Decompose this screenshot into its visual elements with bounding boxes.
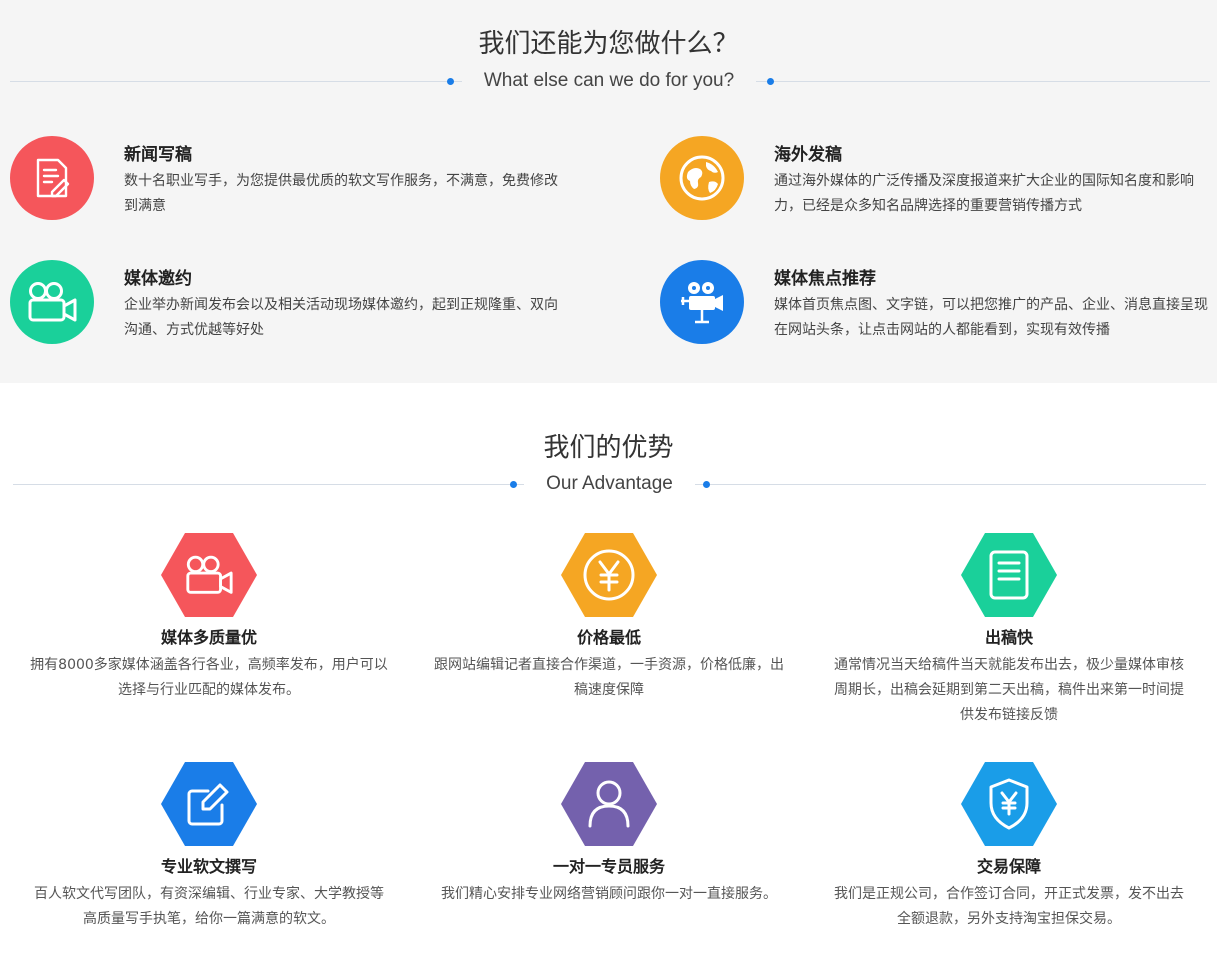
advantage-title-text: 价格最低 [576,628,641,647]
advantage-lowest-price: 价格最低 跟网站编辑记者直接合作渠道，一手资源，价格低廉，出稿速度保障 [409,533,809,713]
advantage-desc: 拥有8000多家媒体涵盖各行各业，高频率发布，用户可以选择与行业匹配的媒体发布。 [30,657,388,698]
service-media-invite[interactable]: 媒体邀约 企业举办新闻发布会以及相关活动现场媒体邀约，起到正规隆重、双向沟通、方… [10,260,570,350]
service-overseas[interactable]: 海外发稿 通过海外媒体的广泛传播及深度报道来扩大企业的国际知名度和影响力，已经是… [660,136,1217,226]
advantage-title: 我们的优势 [543,433,674,463]
advantage-title-text: 专业软文撰写 [160,857,257,876]
advantage-desc: 百人软文代写团队，有资深编辑、行业专家、大学教授等高质量写手执笔，给你一篇满意的… [34,886,384,927]
service-focus-recommend[interactable]: 媒体焦点推荐 媒体首页焦点图、文字链，可以把您推广的产品、企业、消息直接呈现在网… [660,260,1217,350]
advantage-desc: 通常情况当天给稿件当天就能发布出去，极少量媒体审核周期长，出稿会延期到第二天出稿… [834,657,1184,723]
divider-dot-left [447,78,454,85]
advantage-title-text: 媒体多质量优 [160,628,257,647]
yen-coin-icon [583,549,635,601]
advantage-one-on-one: 一对一专员服务 我们精心安排专业网络营销顾问跟你一对一直接服务。 [409,762,809,922]
advantage-hex [161,533,257,617]
projector-icon [681,282,723,324]
service-icon-circle [660,260,744,344]
video-camera-icon [28,282,77,322]
shield-yen-icon [989,778,1029,830]
advantage-title-text: 一对一专员服务 [552,857,665,876]
advantage-hex [561,533,657,617]
advantage-title-text: 出稿快 [984,628,1033,647]
advantage-hex [961,533,1057,617]
advantage-hex [561,762,657,846]
user-icon [588,780,630,828]
document-pen-icon [36,158,70,198]
advantage-desc: 我们精心安排专业网络营销顾问跟你一对一直接服务。 [441,886,777,902]
services-title: 我们还能为您做什么？ [478,29,739,59]
service-desc: 媒体首页焦点图、文字链，可以把您推广的产品、企业、消息直接呈现在网站头条，让点击… [774,297,1208,338]
service-title: 海外发稿 [774,145,842,165]
divider-dot-right [703,481,710,488]
globe-icon [679,155,725,201]
advantage-professional-writing: 专业软文撰写 百人软文代写团队，有资深编辑、行业专家、大学教授等高质量写手执笔，… [9,762,409,942]
service-title: 媒体焦点推荐 [774,269,876,289]
service-title: 媒体邀约 [124,269,192,289]
advantage-hex [161,762,257,846]
advantage-trade-guarantee: 交易保障 我们是正规公司，合作签订合同，开正式发票，发不出去全额退款，另外支持淘… [809,762,1209,942]
advantage-fast-publish: 出稿快 通常情况当天给稿件当天就能发布出去，极少量媒体审核周期长，出稿会延期到第… [809,533,1209,733]
service-news-writing[interactable]: 新闻写稿 数十名职业写手，为您提供最优质的软文写作服务，不满意，免费修改到满意 [10,136,570,226]
advantage-desc: 我们是正规公司，合作签订合同，开正式发票，发不出去全额退款，另外支持淘宝担保交易… [834,886,1184,927]
advantage-hex [961,762,1057,846]
advantage-title-text: 交易保障 [976,857,1041,876]
video-camera-icon [186,555,233,594]
service-icon-circle [10,136,94,220]
advantage-media-quality: 媒体多质量优 拥有8000多家媒体涵盖各行各业，高频率发布，用户可以选择与行业匹… [9,533,409,713]
edit-icon [187,783,229,826]
document-icon [989,550,1029,600]
service-title: 新闻写稿 [124,145,192,165]
service-desc: 企业举办新闻发布会以及相关活动现场媒体邀约，起到正规隆重、双向沟通、方式优越等好… [124,297,558,338]
service-desc: 通过海外媒体的广泛传播及深度报道来扩大企业的国际知名度和影响力，已经是众多知名品… [774,173,1194,214]
services-subtitle: What else can we do for you? [462,69,756,93]
services-section: 我们还能为您做什么？ What else can we do for you? … [0,0,1217,383]
service-desc: 数十名职业写手，为您提供最优质的软文写作服务，不满意，免费修改到满意 [124,173,558,214]
divider-dot-right [767,78,774,85]
divider-dot-left [510,481,517,488]
advantage-desc: 跟网站编辑记者直接合作渠道，一手资源，价格低廉，出稿速度保障 [434,657,784,698]
advantage-subtitle: Our Advantage [524,472,695,496]
service-icon-circle [660,136,744,220]
advantage-section: 我们的优势 Our Advantage 媒体多质量优 拥有8000多家媒体涵盖各… [0,383,1217,960]
service-icon-circle [10,260,94,344]
